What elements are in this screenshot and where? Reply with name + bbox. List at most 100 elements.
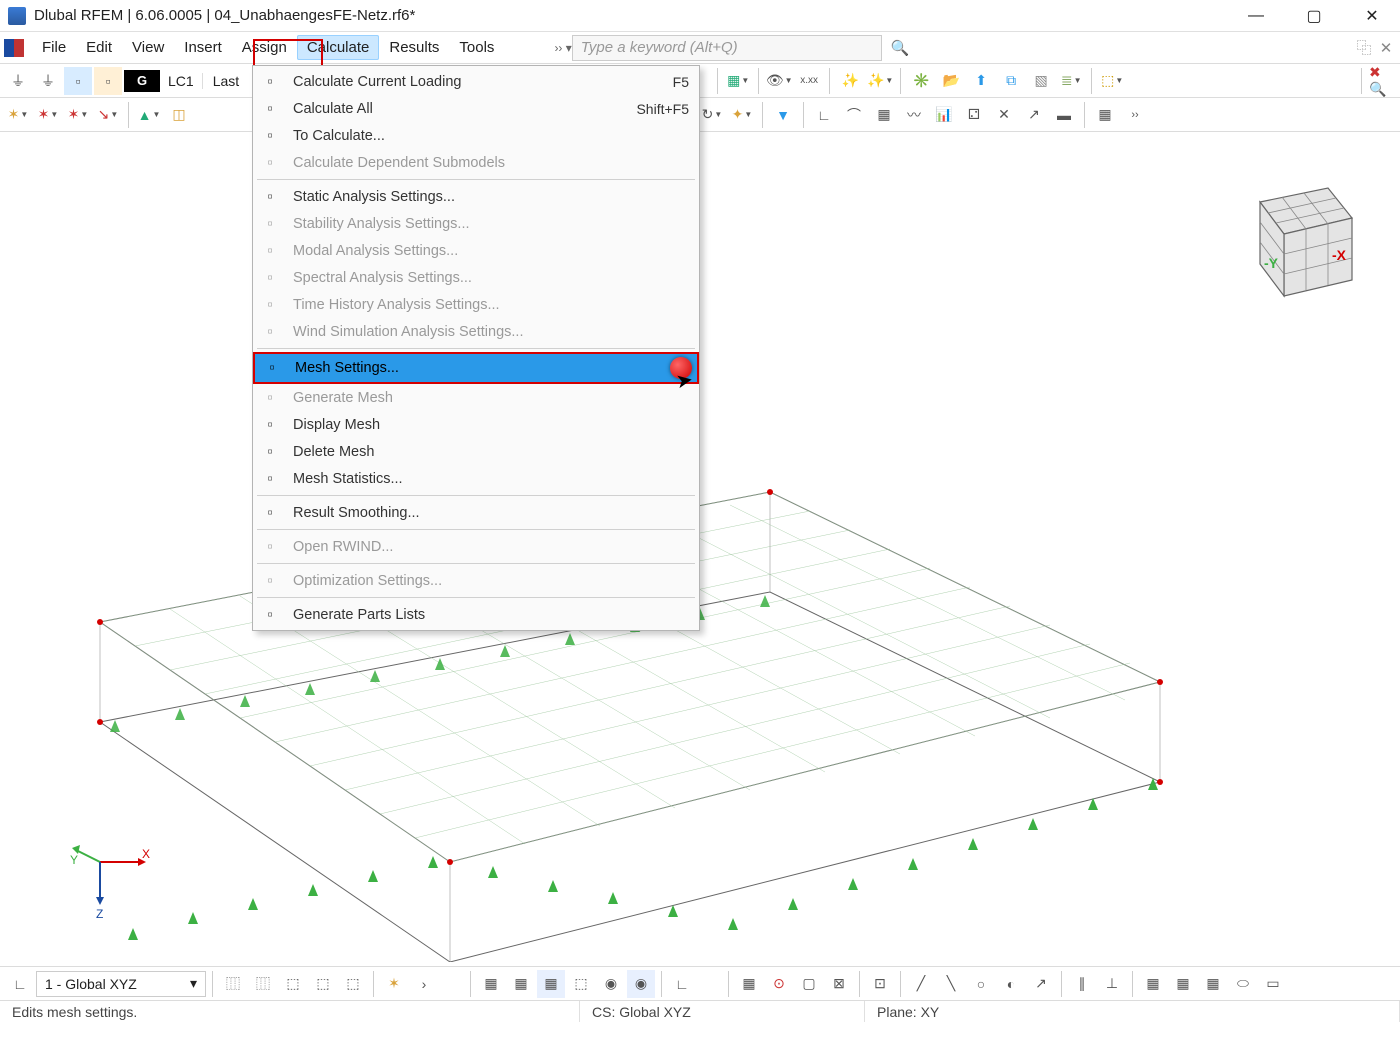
menu-calculate[interactable]: Calculate (297, 35, 380, 60)
tb2-chart-icon[interactable]: 📊 (930, 101, 958, 129)
bt-circle-icon[interactable]: ○ (967, 970, 995, 998)
menu-edit[interactable]: Edit (76, 35, 122, 60)
menu-tools[interactable]: Tools (449, 35, 504, 60)
tb-select-icon[interactable]: ⬚▼ (1098, 67, 1126, 95)
tb-delete-unused-icon[interactable]: ✖🔍 (1368, 67, 1396, 95)
bt-d-icon[interactable]: ⬚ (309, 970, 337, 998)
menu-item-calc-all[interactable]: ▫Calculate AllShift+F5 (253, 95, 699, 122)
bt-e-icon[interactable]: ⬚ (339, 970, 367, 998)
tb-g-label[interactable]: G (124, 70, 160, 92)
menu-insert[interactable]: Insert (174, 35, 232, 60)
maximize-button[interactable]: ▢ (1294, 2, 1334, 30)
tb2-bar-icon[interactable]: ▬ (1050, 101, 1078, 129)
bt-m-icon[interactable]: ◉ (627, 970, 655, 998)
bt-l-icon[interactable]: ◉ (597, 970, 625, 998)
bt-line2-icon[interactable]: ╲ (937, 970, 965, 998)
menu-results[interactable]: Results (379, 35, 449, 60)
tb2-support-green-icon[interactable]: ▲▼ (135, 101, 163, 129)
bt-line1-icon[interactable]: ╱ (907, 970, 935, 998)
tb-open-icon[interactable]: 📂 (937, 67, 965, 95)
menu-item-calc-current-loading[interactable]: ▫Calculate Current LoadingF5 (253, 68, 699, 95)
navigation-cube[interactable]: -Y -X (1224, 168, 1364, 308)
bt-k-icon[interactable]: ⬚ (567, 970, 595, 998)
tb-cloud-icon[interactable]: ⧉ (997, 67, 1025, 95)
cs-selector[interactable]: 1 - Global XYZ ▾ (36, 971, 206, 997)
tb2-star-yellow-icon[interactable]: ✦▼ (728, 101, 756, 129)
menu-item-static-analysis-settings[interactable]: ▫Static Analysis Settings... (253, 183, 699, 210)
tb2-rotate-icon[interactable]: ↻▼ (698, 101, 726, 129)
tb-eye-icon[interactable]: 👁▼ (765, 67, 793, 95)
menu-assign[interactable]: Assign (232, 35, 297, 60)
bt-grid3-icon[interactable]: ▦ (1169, 970, 1197, 998)
tb-block-icon[interactable]: ▧ (1027, 67, 1055, 95)
menu-file[interactable]: File (32, 35, 76, 60)
menu-item-mesh-settings[interactable]: ▫Mesh Settings... (253, 352, 699, 384)
bt-n-icon[interactable]: ∟ (668, 970, 696, 998)
bt-shape2-icon[interactable]: ⊠ (825, 970, 853, 998)
tb-last-label[interactable]: Last (202, 73, 249, 89)
bt-f-icon[interactable]: ✶ (380, 970, 408, 998)
tb-box-a-icon[interactable]: ▫ (64, 67, 92, 95)
tb2-dice-icon[interactable]: ⚁ (960, 101, 988, 129)
menu-item-to-calculate[interactable]: ▫To Calculate... (253, 122, 699, 149)
bt-cyl-icon[interactable]: ⬭ (1229, 970, 1257, 998)
tb2-arch-icon[interactable]: ⌒ (840, 101, 868, 129)
tb-box-b-icon[interactable]: ▫ (94, 67, 122, 95)
bt-perp-icon[interactable]: ⊥ (1098, 970, 1126, 998)
tb2-wave-icon[interactable]: 〰 (900, 101, 928, 129)
tb-wand-icon[interactable]: ✨ (836, 67, 864, 95)
bt-box-icon[interactable]: ▭ (1259, 970, 1287, 998)
panel-close-icon[interactable]: ✕ (1378, 40, 1394, 56)
bt-a-icon[interactable]: ⿲ (219, 970, 247, 998)
tb-stack-icon[interactable]: ≣▼ (1057, 67, 1085, 95)
tb-support2-icon[interactable]: ⏚ (34, 67, 62, 95)
tb-grid-icon[interactable]: ▦▼ (724, 67, 752, 95)
search-input[interactable]: Type a keyword (Alt+Q) (572, 35, 882, 61)
restore-panels-icon[interactable]: ⿻ (1356, 40, 1372, 56)
bt-para-icon[interactable]: ∥ (1068, 970, 1096, 998)
bt-g-icon[interactable]: › (410, 970, 438, 998)
tb2-star3-icon[interactable]: ✶▼ (64, 101, 92, 129)
bt-grid1-icon[interactable]: ▦ (735, 970, 763, 998)
tb2-matrix-icon[interactable]: ▦ (1091, 101, 1119, 129)
tb-cloud-up-icon[interactable]: ⬆ (967, 67, 995, 95)
close-button[interactable]: ✕ (1352, 2, 1392, 30)
tb2-star2-icon[interactable]: ✶▼ (34, 101, 62, 129)
bt-grid2-icon[interactable]: ▦ (1139, 970, 1167, 998)
bt-shape1-icon[interactable]: ▢ (795, 970, 823, 998)
bt-i-icon[interactable]: ▦ (507, 970, 535, 998)
tb-new-icon[interactable]: ✳️ (907, 67, 935, 95)
tb2-line-icon[interactable]: ↘▼ (94, 101, 122, 129)
bt-h-icon[interactable]: ▦ (477, 970, 505, 998)
tb2-film-icon[interactable]: ▦ (870, 101, 898, 129)
bt-snap1-icon[interactable]: ⊡ (866, 970, 894, 998)
menu-item-delete-mesh[interactable]: ▫Delete Mesh (253, 438, 699, 465)
tb-xxx-icon[interactable]: x.xx (795, 67, 823, 95)
tb-lc-label[interactable]: LC1 (162, 73, 200, 89)
tb2-axes-icon[interactable]: ∟ (810, 101, 838, 129)
tb2-cross-icon[interactable]: ✕ (990, 101, 1018, 129)
menu-item-display-mesh[interactable]: ▫Display Mesh (253, 411, 699, 438)
menu-item-mesh-statistics[interactable]: ▫Mesh Statistics... (253, 465, 699, 492)
menu-item-result-smoothing[interactable]: ▫Result Smoothing... (253, 499, 699, 526)
bt-j-icon[interactable]: ▦ (537, 970, 565, 998)
menu-item-generate-parts-lists[interactable]: ▫Generate Parts Lists (253, 601, 699, 628)
tb2-layer-icon[interactable]: ◫ (165, 101, 193, 129)
bt-c-icon[interactable]: ⬚ (279, 970, 307, 998)
tb-support-icon[interactable]: ⏚ (4, 67, 32, 95)
tb2-arrow-icon[interactable]: ↗ (1020, 101, 1048, 129)
minimize-button[interactable]: — (1236, 2, 1276, 30)
bt-magnet-icon[interactable]: ⊙ (765, 970, 793, 998)
search-exec-icon[interactable]: 🔍 (892, 40, 908, 56)
menu-view[interactable]: View (122, 35, 174, 60)
viewport[interactable]: X Y Z X Y Z -Y -X (0, 132, 1400, 966)
bt-arrow-icon[interactable]: ↗ (1027, 970, 1055, 998)
tb2-star1-icon[interactable]: ✶▼ (4, 101, 32, 129)
bt-b-icon[interactable]: ⿲ (249, 970, 277, 998)
tb2-filter-icon[interactable]: ▼ (769, 101, 797, 129)
bt-tan-icon[interactable]: ◐ (997, 970, 1025, 998)
bt-grid4-icon[interactable]: ▦ (1199, 970, 1227, 998)
menu-overflow-icon[interactable]: ›› ▾ (554, 41, 571, 55)
bt-cs-icon[interactable]: ∟ (6, 970, 34, 998)
tb2-more-icon[interactable]: ›› (1121, 101, 1149, 129)
